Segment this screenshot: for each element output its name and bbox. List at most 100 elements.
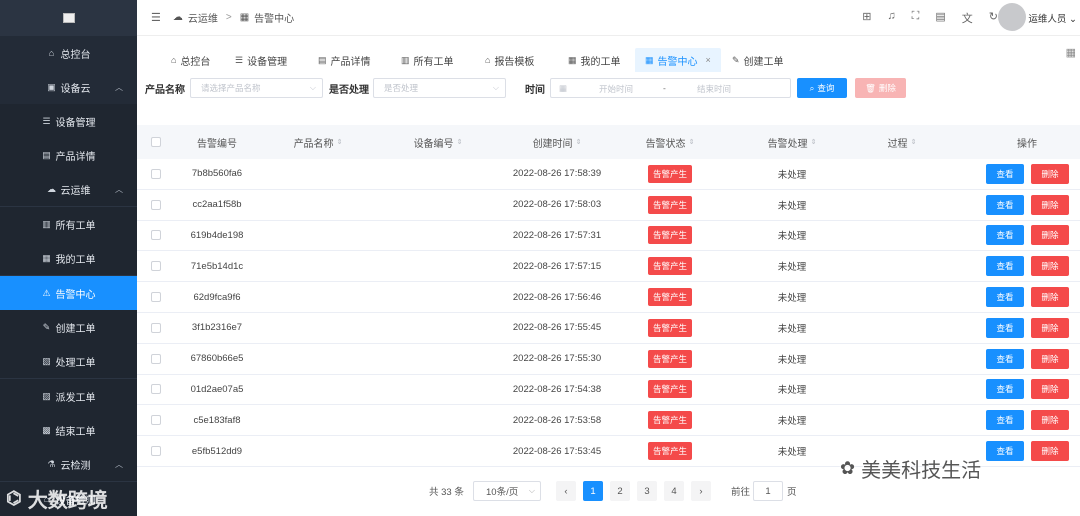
tab-alarm-center[interactable]: ▦ 告警中心 × <box>635 48 721 72</box>
tab-report-template[interactable]: ⌂ 报告模板 <box>485 48 534 72</box>
sidebar-item-my-orders[interactable]: ▦ 我的工单 <box>0 241 137 275</box>
view-button[interactable]: 查看 <box>986 163 1024 184</box>
row-checkbox[interactable] <box>151 199 161 210</box>
row-delete-button[interactable]: 删除 <box>1031 348 1069 369</box>
translate-icon[interactable]: 文 <box>962 10 973 26</box>
range-separator: - <box>663 83 666 93</box>
row-checkbox[interactable] <box>151 415 161 426</box>
sidebar-group-cloud-detect[interactable]: ⚗ 云检测 ︿ <box>0 447 137 481</box>
view-button[interactable]: 查看 <box>986 194 1024 215</box>
row-delete-button[interactable]: 删除 <box>1031 441 1069 462</box>
grid-menu-icon[interactable]: ▦ <box>1066 46 1076 59</box>
tab-device-manage[interactable]: ☰ 设备管理 <box>235 48 287 72</box>
sort-icon: ⇕ <box>910 139 917 146</box>
sidebar-item-dashboard[interactable]: ⌂ 总控台 <box>0 36 137 70</box>
column-header-alarm-status[interactable]: 告警状态 ⇕ <box>635 125 705 159</box>
page-button-2[interactable]: 2 <box>610 481 630 501</box>
device-id-cell <box>403 436 473 466</box>
breadcrumb-item[interactable]: 云运维 <box>188 10 218 25</box>
view-button[interactable]: 查看 <box>986 287 1024 308</box>
view-button[interactable]: 查看 <box>986 348 1024 369</box>
date-range-picker[interactable]: ▦ 开始时间 - 结束时间 <box>550 78 791 98</box>
row-delete-button[interactable]: 删除 <box>1031 410 1069 431</box>
sidebar-item-product-detail[interactable]: ▤ 产品详情 <box>0 138 137 172</box>
query-button[interactable]: ⌕ 查询 <box>797 78 847 98</box>
create-time-cell: 2022-08-26 17:57:15 <box>512 260 602 272</box>
row-checkbox[interactable] <box>151 168 161 179</box>
view-button[interactable]: 查看 <box>986 410 1024 431</box>
sidebar-item-all-orders[interactable]: ▥ 所有工单 <box>0 207 137 241</box>
sidebar-group-device-cloud[interactable]: ▣ 设备云 ︿ <box>0 70 137 104</box>
tab-dashboard[interactable]: ⌂ 总控台 <box>171 48 210 72</box>
product-name-select[interactable]: 请选择产品名称 ⌵ <box>190 78 323 98</box>
product-name-cell <box>283 405 353 435</box>
sidebar-item-end-order[interactable]: ▩ 结束工单 <box>0 413 137 447</box>
home-icon: ⌂ <box>171 55 177 65</box>
row-checkbox[interactable] <box>151 322 161 333</box>
sort-icon: ⇕ <box>575 139 582 146</box>
page-button-3[interactable]: 3 <box>637 481 657 501</box>
sidebar-item-device-manage[interactable]: ☰ 设备管理 <box>0 104 137 138</box>
product-detail-icon: ▤ <box>42 149 51 160</box>
create-order-icon: ✎ <box>42 321 51 332</box>
page-button-1[interactable]: 1 <box>583 481 603 501</box>
org-chart-icon[interactable]: ⊞ <box>862 10 871 26</box>
sidebar-item-dispatch-order[interactable]: ▨ 派发工单 <box>0 379 137 413</box>
avatar[interactable] <box>998 3 1026 31</box>
page-button-4[interactable]: 4 <box>664 481 684 501</box>
row-checkbox[interactable] <box>151 384 161 395</box>
sort-icon: ⇕ <box>688 139 695 146</box>
select-all-checkbox[interactable] <box>151 137 161 147</box>
view-button[interactable]: 查看 <box>986 225 1024 246</box>
view-button[interactable]: 查看 <box>986 379 1024 400</box>
row-checkbox[interactable] <box>151 446 161 457</box>
bell-icon[interactable]: ♫ <box>887 10 895 26</box>
sidebar-item-alarm-center[interactable]: ⚠ 告警中心 <box>0 276 137 310</box>
sidebar: ⌂ 总控台 ▣ 设备云 ︿ ☰ 设备管理 ▤ 产品详情 ☁ 云运维 ︿ ▥ 所有工单 ▦ 我的工单… <box>0 0 137 516</box>
sidebar-item-process-order[interactable]: ▧ 处理工单 <box>0 344 137 378</box>
row-checkbox[interactable] <box>151 292 161 303</box>
table-row: c5e183faf8 2022-08-26 17:53:58 告警产生 未处理 查看 删除 <box>137 405 1080 437</box>
row-delete-button[interactable]: 删除 <box>1031 225 1069 246</box>
end-date-input[interactable]: 结束时间 <box>697 83 731 95</box>
row-checkbox[interactable] <box>151 353 161 364</box>
tab-my-orders[interactable]: ▦ 我的工单 <box>568 48 621 72</box>
page-size-select[interactable]: 10条/页 ⌵ <box>473 481 541 501</box>
column-header-create-time[interactable]: 创建时间 ⇕ <box>517 125 597 159</box>
column-header-process[interactable]: 过程 ⇕ <box>877 125 927 159</box>
chevron-up-icon: ︿ <box>115 184 123 194</box>
sidebar-group-cloud-ops[interactable]: ☁ 云运维 ︿ <box>0 172 137 206</box>
row-delete-button[interactable]: 删除 <box>1031 163 1069 184</box>
row-delete-button[interactable]: 删除 <box>1031 256 1069 277</box>
tab-create-order[interactable]: ✎ 创建工单 <box>732 48 784 72</box>
row-delete-button[interactable]: 删除 <box>1031 287 1069 308</box>
tab-product-detail[interactable]: ▤ 产品详情 <box>318 48 371 72</box>
row-checkbox[interactable] <box>151 261 161 272</box>
user-menu[interactable]: 运维人员 ⌄ <box>1028 11 1077 25</box>
document-icon[interactable]: ▤ <box>935 10 945 26</box>
row-delete-button[interactable]: 删除 <box>1031 317 1069 338</box>
view-button[interactable]: 查看 <box>986 441 1024 462</box>
menu-fold-icon[interactable]: ☰ <box>151 11 161 24</box>
row-delete-button[interactable]: 删除 <box>1031 194 1069 215</box>
tab-all-orders[interactable]: ▥ 所有工单 <box>401 48 454 72</box>
fullscreen-icon[interactable]: ⛶ <box>912 10 920 26</box>
row-checkbox[interactable] <box>151 230 161 241</box>
start-date-input[interactable]: 开始时间 <box>599 83 633 95</box>
device-manage-icon: ☰ <box>235 54 244 65</box>
prev-page-button[interactable]: ‹ <box>556 481 576 501</box>
column-header-device-id[interactable]: 设备编号 ⇕ <box>403 125 473 159</box>
column-header-product-name[interactable]: 产品名称 ⇕ <box>283 125 353 159</box>
refresh-icon[interactable]: ↻ <box>989 10 998 26</box>
goto-page-input[interactable]: 1 <box>753 481 783 501</box>
column-header-alarm-handle[interactable]: 告警处理 ⇕ <box>752 125 832 159</box>
handled-select[interactable]: 是否处理 ⌵ <box>373 78 506 98</box>
next-page-button[interactable]: › <box>691 481 711 501</box>
row-delete-button[interactable]: 删除 <box>1031 379 1069 400</box>
sidebar-item-create-order[interactable]: ✎ 创建工单 <box>0 310 137 344</box>
delete-button[interactable]: 🗑 删除 <box>855 78 906 98</box>
handle-status-cell: 未处理 <box>777 354 807 366</box>
view-button[interactable]: 查看 <box>986 256 1024 277</box>
view-button[interactable]: 查看 <box>986 317 1024 338</box>
close-icon[interactable]: × <box>706 55 711 65</box>
